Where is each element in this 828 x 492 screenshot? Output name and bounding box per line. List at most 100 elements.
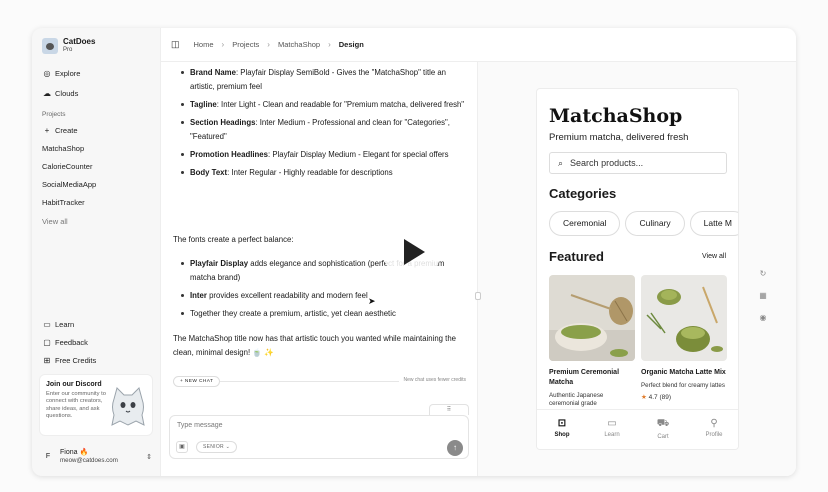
chevron-updown-icon: ⇕ bbox=[146, 453, 152, 461]
nav-label: Free Credits bbox=[55, 356, 97, 365]
crumb-home[interactable]: Home bbox=[194, 40, 214, 49]
tab-shop[interactable]: ⊡ Shop bbox=[537, 418, 587, 438]
camera-icon[interactable]: ◉ bbox=[757, 312, 769, 324]
search-input[interactable]: ⌕ Search products... bbox=[549, 152, 727, 174]
refresh-icon[interactable]: ↻ bbox=[757, 268, 769, 280]
project-caloriecounter[interactable]: CalorieCounter bbox=[42, 162, 92, 171]
user-menu[interactable]: F Fiona 🔥 meow@catdoes.com ⇕ bbox=[42, 449, 152, 464]
nav-explore[interactable]: ◎ Explore bbox=[42, 69, 81, 78]
category-chips: Ceremonial Culinary Latte M bbox=[549, 211, 738, 236]
breadcrumb: ◫ Home › Projects › MatchaShop › Design bbox=[161, 28, 796, 62]
rating-value: 4.7 (89) bbox=[648, 394, 672, 401]
crumb-project[interactable]: MatchaShop bbox=[278, 40, 320, 49]
font-list: Brand Name: Playfair Display SemiBold - … bbox=[181, 66, 466, 184]
view-all-link[interactable]: View all bbox=[702, 253, 726, 260]
chevron-right-icon: › bbox=[221, 40, 225, 49]
tab-cart[interactable]: ⛟ Cart bbox=[638, 418, 688, 440]
product-name: Organic Matcha Latte Mix bbox=[641, 369, 726, 376]
resize-handle[interactable] bbox=[475, 292, 481, 300]
nav-label: Explore bbox=[55, 69, 81, 78]
tab-learn[interactable]: ▭ Learn bbox=[587, 418, 637, 438]
send-button[interactable]: ↑ bbox=[447, 440, 463, 456]
cart-icon: ⛟ bbox=[656, 418, 670, 429]
tab-label: Learn bbox=[604, 432, 620, 438]
nav-clouds[interactable]: ☁ Clouds bbox=[42, 89, 78, 98]
nav-label: Learn bbox=[55, 320, 75, 329]
chip-ceremonial[interactable]: Ceremonial bbox=[549, 211, 621, 236]
list-item: Tagline: Inter Light - Clean and readabl… bbox=[181, 98, 466, 112]
search-icon: ⌕ bbox=[558, 157, 564, 168]
project-socialmediaapp[interactable]: SocialMediaApp bbox=[42, 180, 96, 189]
product-desc: Perfect blend for creamy lattes bbox=[641, 382, 725, 389]
discord-card[interactable]: Join our Discord Enter our community to … bbox=[39, 374, 153, 436]
new-chat-note: New chat uses fewer credits bbox=[399, 377, 466, 383]
chevron-right-icon: › bbox=[328, 40, 331, 49]
mascot-icon bbox=[111, 387, 145, 426]
chip-latte[interactable]: Latte M bbox=[689, 211, 738, 236]
chip-culinary[interactable]: Culinary bbox=[625, 211, 685, 236]
project-habittracker[interactable]: HabitTracker bbox=[42, 198, 85, 207]
model-label: SENIOR bbox=[203, 444, 224, 450]
tab-label: Cart bbox=[657, 434, 669, 440]
project-matchashop[interactable]: MatchaShop bbox=[42, 144, 84, 153]
product-image bbox=[549, 275, 635, 361]
avatar: F bbox=[45, 453, 51, 460]
cloud-icon: ☁ bbox=[43, 89, 51, 98]
tab-label: Profile bbox=[705, 432, 723, 438]
nav-label: Feedback bbox=[55, 338, 88, 347]
cat-logo-icon bbox=[42, 37, 58, 54]
user-name: Fiona 🔥 bbox=[60, 449, 89, 456]
closing-message: The MatchaShop title now has that artist… bbox=[173, 334, 457, 357]
model-select[interactable]: SENIOR ⌄ bbox=[196, 441, 238, 453]
list-item: Inter provides excellent readability and… bbox=[181, 289, 466, 303]
nav-free-credits[interactable]: ⊞ Free Credits bbox=[42, 356, 97, 365]
phone-preview: MatchaShop Premium matcha, delivered fre… bbox=[536, 88, 739, 450]
view-all-projects[interactable]: View all bbox=[42, 217, 68, 226]
app-subtitle: Premium matcha, delivered fresh bbox=[549, 132, 689, 143]
create-project[interactable]: + Create bbox=[42, 126, 78, 135]
bag-icon: ⊡ bbox=[557, 418, 567, 429]
message-icon: ▢ bbox=[43, 338, 51, 347]
brand-plan: Pro bbox=[63, 47, 73, 53]
app-title: MatchaShop bbox=[549, 105, 683, 127]
discord-title: Join our Discord bbox=[46, 381, 102, 388]
crumb-current: Design bbox=[338, 40, 364, 49]
brand-name: CatDoes bbox=[63, 37, 96, 46]
drag-handle-icon[interactable]: ⠿ bbox=[429, 404, 469, 415]
preview-panel: MatchaShop Premium matcha, delivered fre… bbox=[475, 62, 796, 476]
qr-code-icon[interactable]: ▦ bbox=[757, 290, 769, 302]
product-desc: Authentic Japanese ceremonial grade bbox=[549, 392, 604, 407]
mouse-cursor-icon: ➤ bbox=[368, 296, 376, 306]
new-chat-row: + NEW CHAT New chat uses fewer credits bbox=[173, 376, 466, 387]
plus-icon: + bbox=[44, 126, 50, 135]
product-name: Premium Ceremonial Matcha bbox=[549, 369, 620, 386]
crumb-projects[interactable]: Projects bbox=[232, 40, 259, 49]
tab-profile[interactable]: ⚲ Profile bbox=[689, 418, 738, 438]
list-item: Together they create a premium, artistic… bbox=[181, 307, 466, 321]
create-label: Create bbox=[55, 126, 78, 135]
bottom-tab-bar: ⊡ Shop ▭ Learn ⛟ Cart ⚲ Profile bbox=[537, 409, 738, 449]
product-rating: ★ 4.7 (89) bbox=[641, 393, 727, 401]
discord-text: Enter our community to connect with crea… bbox=[46, 391, 106, 419]
image-attach-icon[interactable]: ▣ bbox=[176, 441, 188, 453]
main-area: ◫ Home › Projects › MatchaShop › Design Bra… bbox=[160, 28, 796, 476]
play-button[interactable] bbox=[383, 226, 441, 278]
new-chat-button[interactable]: + NEW CHAT bbox=[173, 376, 221, 387]
projects-label: Projects bbox=[42, 111, 66, 118]
product-card[interactable]: Organic Matcha Latte Mix Perfect blend f… bbox=[641, 275, 727, 401]
product-card[interactable]: Premium Ceremonial Matcha Authentic Japa… bbox=[549, 275, 635, 408]
book-icon: ▭ bbox=[607, 418, 617, 429]
preview-tools: ↻ ▦ ◉ bbox=[757, 268, 769, 334]
nav-feedback[interactable]: ▢ Feedback bbox=[42, 338, 88, 347]
brand[interactable]: CatDoes Pro bbox=[42, 37, 95, 54]
nav-learn[interactable]: ▭ Learn bbox=[42, 320, 74, 329]
star-icon: ★ bbox=[641, 394, 647, 401]
sidebar-toggle-icon[interactable]: ◫ bbox=[171, 39, 180, 50]
compass-icon: ◎ bbox=[43, 69, 51, 78]
user-icon: ⚲ bbox=[710, 418, 718, 429]
nav-label: Clouds bbox=[55, 89, 79, 98]
tab-label: Shop bbox=[554, 432, 570, 438]
book-icon: ▭ bbox=[43, 320, 51, 329]
message-input[interactable]: Type message ▣ SENIOR ⌄ ↑ bbox=[169, 415, 469, 459]
sidebar: CatDoes Pro ◎ Explore ☁ Clouds Projects + C… bbox=[32, 28, 160, 476]
